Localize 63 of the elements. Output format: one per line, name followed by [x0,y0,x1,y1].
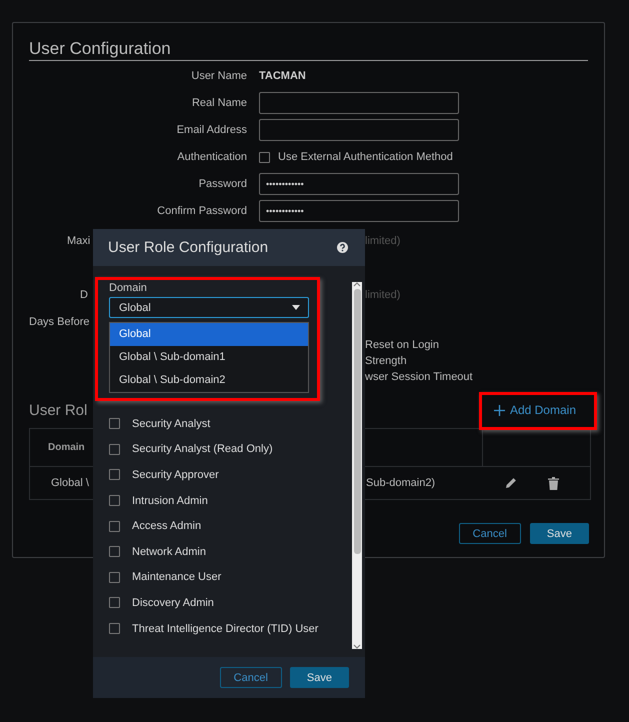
chevron-up-icon[interactable] [353,282,361,287]
column-header: Domain [48,442,85,453]
checkbox[interactable] [109,546,120,558]
plus-icon [494,404,505,416]
option-label: Reset on Login [365,338,440,353]
hint-text: limited) [365,288,400,300]
role-label: Threat Intelligence Director (TID) User [132,622,318,635]
role-label: Security Analyst [132,418,210,430]
checkbox[interactable] [109,444,120,455]
add-domain-button[interactable]: Add Domain [490,401,580,419]
save-button[interactable]: Save [290,667,349,688]
role-label: Discovery Admin [132,596,214,609]
input-field[interactable] [259,119,459,141]
domain-select[interactable]: Global [109,297,309,318]
section-title: User Rol [29,402,88,418]
checkbox[interactable] [109,572,120,583]
user-name-value: TACMAN [259,70,306,82]
checkbox[interactable] [109,520,120,532]
table-cell: Global \ [51,477,89,489]
option-label: Strength [365,354,408,369]
field-label: Domain [109,282,148,294]
save-button[interactable]: Save [530,523,589,544]
trash-icon[interactable] [548,476,559,490]
role-label: Maintenance User [132,571,222,584]
checkbox[interactable] [109,418,120,430]
cancel-button[interactable]: Cancel [458,523,521,544]
field-label: User Name [190,69,247,84]
cancel-button[interactable]: Cancel [220,667,282,688]
pencil-icon[interactable] [505,477,517,489]
table-cell: Sub-domain2) [366,477,436,489]
dialog-title: User Role Configuration [108,239,268,256]
field-label: Maxi [67,234,90,248]
dropdown-option[interactable]: Global \ Sub-domain1 [110,346,308,369]
checkbox[interactable] [109,469,120,480]
field-label: Confirm Password [156,204,247,219]
input-field[interactable]: •••••••••••• [259,200,459,222]
field-label: Email Address [176,123,247,138]
caret-icon [292,305,300,310]
role-label: Network Admin [132,546,206,558]
input-field[interactable] [259,92,459,114]
scrollbar[interactable] [352,282,362,649]
dropdown-option[interactable]: Global [110,323,308,346]
field-label: Password [198,177,247,192]
field-label: Authentication [176,150,247,165]
hint-text: limited) [365,234,400,246]
field-label: Days Before [29,314,90,330]
checkbox[interactable] [109,623,120,634]
field-label: Real Name [190,96,247,111]
checkbox[interactable] [109,597,120,608]
input-field[interactable]: •••••••••••• [259,173,459,195]
dropdown-option[interactable]: Global \ Sub-domain2 [110,369,308,392]
checkbox[interactable] [259,152,270,162]
role-label: Security Analyst (Read Only) [132,443,273,456]
role-label: Security Approver [132,468,219,481]
checkbox[interactable] [109,495,120,506]
checkbox-label: Use External Authentication Method [278,151,453,163]
role-label: Access Admin [132,520,202,532]
role-label: Intrusion Admin [132,494,208,507]
help-icon[interactable] [337,242,348,253]
page-title: User Configuration [29,39,588,61]
field-label: D [80,288,88,302]
option-label: wser Session Timeout [365,370,474,385]
chevron-down-icon[interactable] [353,644,361,649]
